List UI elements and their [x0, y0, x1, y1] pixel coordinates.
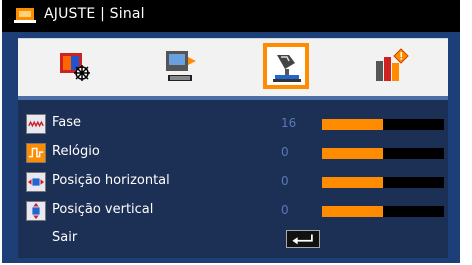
menu-item-label: Posição horizontal	[52, 173, 170, 188]
color-setting-icon	[60, 53, 90, 81]
horizontal-position-icon	[26, 172, 46, 192]
display-setting-icon	[166, 51, 196, 81]
tab-display-settings[interactable]	[158, 43, 204, 89]
title-bar: AJUSTE | Sinal	[2, 0, 460, 32]
menu-item-value: 16	[281, 116, 297, 130]
menu-item-value: 0	[281, 145, 289, 159]
menu-title: AJUSTE | Sinal	[44, 6, 145, 22]
signal-menu-list: Fase 16 Relógio 0 Posição horizontal 0 P…	[18, 100, 448, 258]
menu-item-exit[interactable]: Sair	[26, 227, 444, 251]
phase-icon	[26, 114, 46, 134]
info-setting-icon	[376, 48, 409, 81]
phase-slider[interactable]	[322, 119, 444, 130]
vertical-position-icon	[26, 201, 46, 221]
menu-item-label: Fase	[52, 115, 82, 130]
menu-item-horizontal-position[interactable]: Posição horizontal 0	[26, 170, 444, 194]
enter-key-icon[interactable]	[286, 230, 320, 248]
menu-item-value: 0	[281, 203, 289, 217]
tab-color-settings[interactable]	[52, 43, 98, 89]
menu-tab-bar	[18, 38, 448, 97]
menu-item-vertical-position[interactable]: Posição vertical 0	[26, 199, 444, 223]
tab-signal-settings[interactable]	[263, 43, 309, 89]
menu-item-phase[interactable]: Fase 16	[26, 112, 444, 136]
menu-item-label: Relógio	[52, 144, 100, 159]
menu-item-clock[interactable]: Relógio 0	[26, 141, 444, 165]
tab-information[interactable]	[368, 43, 414, 89]
clock-icon	[26, 143, 46, 163]
menu-item-label: Posição vertical	[52, 202, 154, 217]
menu-item-value: 0	[281, 174, 289, 188]
settings-screen-icon	[14, 8, 36, 23]
horizontal-position-slider[interactable]	[322, 177, 444, 188]
vertical-position-slider[interactable]	[322, 206, 444, 217]
signal-setting-icon	[273, 55, 301, 82]
exit-label: Sair	[52, 230, 78, 245]
clock-slider[interactable]	[322, 148, 444, 159]
